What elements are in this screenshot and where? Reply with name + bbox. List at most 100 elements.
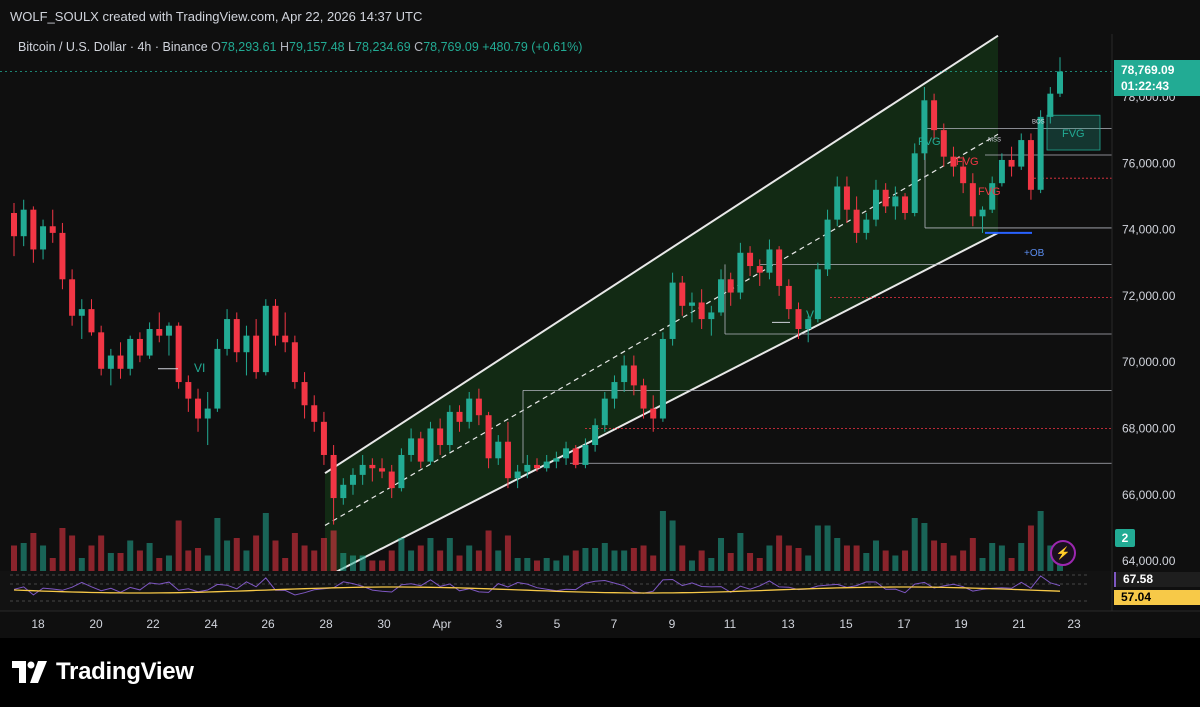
candle bbox=[446, 405, 453, 452]
volume-bar bbox=[379, 560, 386, 571]
candle-body bbox=[427, 428, 434, 462]
candle-body bbox=[630, 365, 637, 386]
volume-bar bbox=[165, 555, 172, 571]
volume-bar bbox=[582, 548, 589, 571]
volume-bar bbox=[320, 538, 327, 571]
volume-bar bbox=[969, 538, 976, 571]
candle-body bbox=[272, 305, 279, 336]
volume-bar bbox=[747, 553, 754, 571]
candle-body bbox=[475, 398, 482, 416]
x-tick-label: 18 bbox=[31, 617, 45, 631]
candle-body bbox=[892, 196, 899, 207]
candle-body bbox=[572, 448, 579, 465]
y-tick-label: 72,000.00 bbox=[1122, 289, 1176, 303]
candle-body bbox=[708, 312, 715, 320]
volume-bar bbox=[233, 538, 240, 571]
candle-body bbox=[224, 319, 231, 349]
candle-body bbox=[582, 445, 589, 465]
candle-body bbox=[20, 209, 27, 237]
candle-body bbox=[437, 428, 444, 446]
vi-label: VI bbox=[806, 308, 817, 322]
candle-body bbox=[243, 335, 250, 353]
candle-body bbox=[156, 329, 163, 336]
candle-body bbox=[795, 309, 802, 330]
tradingview-brand[interactable]: TradingView bbox=[12, 658, 194, 686]
volume-bar bbox=[466, 545, 473, 571]
volume-bar bbox=[136, 550, 143, 571]
volume-bar bbox=[349, 555, 356, 571]
candle-body bbox=[688, 302, 695, 306]
candle bbox=[291, 335, 298, 389]
candle-body bbox=[204, 408, 211, 419]
rsi-ma-value-tag: 57.04 bbox=[1114, 590, 1200, 605]
volume-bar bbox=[291, 533, 298, 571]
symbol-legend: Bitcoin / U.S. Dollar · 4h · Binance O78… bbox=[18, 40, 583, 54]
volume-bar bbox=[146, 543, 153, 571]
x-tick-label: 24 bbox=[204, 617, 218, 631]
candle bbox=[214, 338, 221, 412]
price-chart[interactable]: VI VI FVG FVG FVG FVG BOS MSS +OB 64,000.00 66,000… bbox=[0, 34, 1200, 638]
candle-body bbox=[11, 213, 17, 237]
candle-body bbox=[902, 196, 909, 213]
volume-bar bbox=[282, 558, 289, 571]
volume-bar bbox=[272, 540, 279, 571]
candle-body bbox=[698, 302, 705, 320]
candle-body bbox=[659, 338, 666, 419]
volume-bar bbox=[437, 550, 444, 571]
candle-body bbox=[747, 252, 754, 267]
candle bbox=[175, 322, 182, 389]
x-tick-label: 15 bbox=[839, 617, 853, 631]
volume-bar bbox=[59, 528, 66, 571]
candle-body bbox=[340, 484, 347, 499]
volume-bar bbox=[11, 545, 17, 571]
candle-body bbox=[960, 166, 967, 184]
x-tick-label: 3 bbox=[496, 617, 503, 631]
candle-body bbox=[369, 464, 376, 469]
volume-bar bbox=[776, 535, 783, 571]
volume-bar bbox=[301, 545, 308, 571]
volume-bar bbox=[1027, 525, 1034, 571]
last-price: 78,769.09 bbox=[1121, 63, 1175, 77]
candle-body bbox=[543, 461, 550, 469]
volume-bar bbox=[805, 555, 812, 571]
candle-body bbox=[611, 382, 618, 399]
candle-body bbox=[534, 464, 540, 469]
candle bbox=[669, 272, 676, 346]
volume-bar bbox=[650, 555, 657, 571]
candle-body bbox=[107, 355, 114, 369]
candle-body bbox=[563, 448, 570, 459]
candle-body bbox=[136, 338, 143, 356]
candle-body bbox=[282, 335, 289, 343]
y-tick-label: 74,000.00 bbox=[1122, 223, 1176, 237]
candle-body bbox=[1057, 71, 1063, 94]
candle-body bbox=[834, 186, 841, 220]
volume-bar bbox=[931, 540, 938, 571]
volume-bar bbox=[446, 538, 453, 571]
candle-body bbox=[330, 454, 337, 499]
x-tick-label: 9 bbox=[669, 617, 676, 631]
volume-bar bbox=[882, 550, 889, 571]
candle-body bbox=[940, 130, 947, 157]
candle bbox=[911, 143, 918, 217]
author-credit: WOLF_SOULX created with TradingView.com,… bbox=[10, 9, 423, 24]
volume-bar bbox=[718, 538, 725, 571]
volume-bar bbox=[49, 558, 56, 571]
volume-bar bbox=[243, 550, 250, 571]
candle-body bbox=[776, 249, 783, 286]
volume-bar bbox=[621, 550, 628, 571]
alert-icon[interactable]: ⚡ bbox=[1050, 540, 1076, 566]
y-tick-label: 76,000.00 bbox=[1122, 156, 1176, 170]
candle-body bbox=[766, 249, 773, 273]
mss-label: MSS bbox=[988, 138, 1001, 144]
volume-bar bbox=[204, 555, 211, 571]
candle-body bbox=[650, 408, 657, 419]
candle bbox=[1027, 133, 1034, 200]
volume-bar bbox=[485, 530, 492, 571]
volume-bar bbox=[737, 533, 744, 571]
volume-bar bbox=[640, 545, 647, 571]
candle-body bbox=[1037, 116, 1044, 190]
rsi-value-tag: 67.58 bbox=[1114, 572, 1200, 587]
y-tick-label: 64,000.00 bbox=[1122, 554, 1176, 568]
candle-body bbox=[408, 438, 415, 455]
x-tick-label: 30 bbox=[377, 617, 391, 631]
